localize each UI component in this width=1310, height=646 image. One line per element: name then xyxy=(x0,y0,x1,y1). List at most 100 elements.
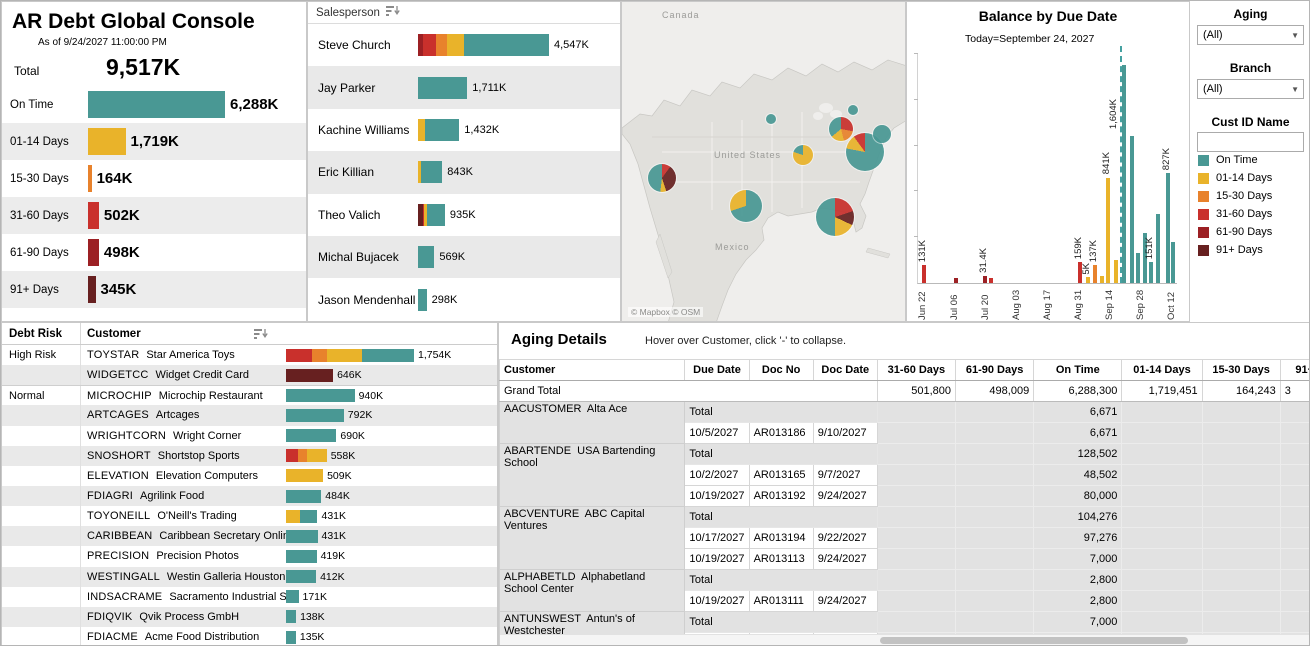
balance-bar[interactable] xyxy=(1100,276,1104,283)
customer-cell[interactable]: ABCVENTURE ABC Capital Ventures xyxy=(500,507,685,570)
empty-amount-cell[interactable] xyxy=(1202,465,1280,486)
bucket-bar[interactable] xyxy=(88,128,126,155)
customer-cell[interactable]: AACUSTOMER Alta Ace xyxy=(500,402,685,444)
customer-total-on-time[interactable]: 104,276 xyxy=(1034,507,1122,528)
map-pie-chart[interactable] xyxy=(648,164,676,192)
due-date-cell[interactable]: 10/2/2027 xyxy=(685,465,749,486)
empty-amount-cell[interactable] xyxy=(877,570,955,591)
empty-amount-cell[interactable] xyxy=(1202,612,1280,633)
grand-total-value[interactable]: 3 xyxy=(1280,381,1310,402)
legend-item[interactable]: 91+ Days xyxy=(1198,241,1272,259)
empty-amount-cell[interactable] xyxy=(956,402,1034,423)
customer-debt-bar[interactable] xyxy=(286,429,336,442)
map-attribution[interactable]: © Mapbox © OSM xyxy=(628,307,703,317)
column-header[interactable]: 15-30 Days xyxy=(1202,360,1280,381)
empty-amount-cell[interactable] xyxy=(1122,591,1202,612)
doc-no-cell[interactable]: AR013186 xyxy=(749,423,813,444)
due-date-cell[interactable]: 10/19/2027 xyxy=(685,549,749,570)
empty-amount-cell[interactable] xyxy=(877,549,955,570)
empty-amount-cell[interactable] xyxy=(956,423,1034,444)
empty-amount-cell[interactable] xyxy=(1202,528,1280,549)
empty-amount-cell[interactable] xyxy=(1202,444,1280,465)
empty-amount-cell[interactable] xyxy=(1202,402,1280,423)
empty-amount-cell[interactable] xyxy=(877,591,955,612)
empty-amount-cell[interactable] xyxy=(956,549,1034,570)
grand-total-value[interactable]: 498,009 xyxy=(956,381,1034,402)
balance-bar[interactable] xyxy=(1122,65,1126,283)
on-time-amount-cell[interactable]: 2,800 xyxy=(1034,591,1122,612)
empty-amount-cell[interactable] xyxy=(1202,423,1280,444)
grand-total-value[interactable]: 501,800 xyxy=(877,381,955,402)
column-header[interactable]: Doc No xyxy=(749,360,813,381)
customer-debt-bar[interactable] xyxy=(286,389,355,402)
empty-amount-cell[interactable] xyxy=(1280,486,1310,507)
column-header[interactable]: 61-90 Days xyxy=(956,360,1034,381)
horizontal-scrollbar-thumb[interactable] xyxy=(880,637,1187,644)
customer-total-on-time[interactable]: 2,800 xyxy=(1034,570,1122,591)
empty-amount-cell[interactable] xyxy=(1280,507,1310,528)
empty-amount-cell[interactable] xyxy=(1280,570,1310,591)
column-header[interactable]: Doc Date xyxy=(813,360,877,381)
customer-total-label[interactable]: Total xyxy=(685,507,877,528)
empty-amount-cell[interactable] xyxy=(877,402,955,423)
customer-debt-bar[interactable] xyxy=(286,409,344,422)
doc-date-cell[interactable]: 9/24/2027 xyxy=(813,591,877,612)
balance-bar[interactable] xyxy=(1156,214,1160,283)
empty-amount-cell[interactable] xyxy=(1202,549,1280,570)
legend-item[interactable]: 15-30 Days xyxy=(1198,187,1272,205)
customer-cell[interactable]: ALPHABETLD Alphabetland School Center xyxy=(500,570,685,612)
map-pie-chart[interactable] xyxy=(730,190,762,222)
map-pie-chart[interactable] xyxy=(793,145,813,165)
empty-amount-cell[interactable] xyxy=(956,570,1034,591)
balance-bar[interactable] xyxy=(1166,173,1170,283)
column-header[interactable]: Customer xyxy=(500,360,685,381)
empty-amount-cell[interactable] xyxy=(956,444,1034,465)
due-date-cell[interactable]: 10/19/2027 xyxy=(685,486,749,507)
customer-name-cell[interactable]: PRECISIONPrecision Photos xyxy=(80,546,286,566)
empty-amount-cell[interactable] xyxy=(877,423,955,444)
debt-risk-column-header[interactable]: Debt Risk xyxy=(2,328,80,340)
balance-bar[interactable] xyxy=(1114,260,1118,283)
customer-name-cell[interactable]: TOYSTARStar America Toys xyxy=(80,345,286,365)
customer-debt-bar[interactable] xyxy=(286,349,414,362)
empty-amount-cell[interactable] xyxy=(1280,444,1310,465)
cust-id-name-input[interactable] xyxy=(1197,132,1304,152)
doc-date-cell[interactable]: 9/10/2027 xyxy=(813,423,877,444)
empty-amount-cell[interactable] xyxy=(1122,423,1202,444)
salesperson-bar[interactable] xyxy=(418,119,459,141)
balance-bar[interactable] xyxy=(983,276,987,283)
salesperson-bar[interactable] xyxy=(418,246,434,268)
empty-amount-cell[interactable] xyxy=(1122,612,1202,633)
customer-debt-bar[interactable] xyxy=(286,369,333,382)
salesperson-header-label[interactable]: Salesperson xyxy=(316,7,380,19)
customer-name-cell[interactable]: WIDGETCCWidget Credit Card xyxy=(80,365,286,385)
balance-bar[interactable] xyxy=(1086,277,1090,283)
bucket-bar[interactable] xyxy=(88,202,99,229)
salesperson-bar[interactable] xyxy=(418,34,549,56)
column-header[interactable]: 91+ Days xyxy=(1280,360,1310,381)
map-pie-chart[interactable] xyxy=(766,114,776,124)
bucket-bar[interactable] xyxy=(88,91,225,118)
on-time-amount-cell[interactable]: 80,000 xyxy=(1034,486,1122,507)
grand-total-value[interactable]: 1,719,451 xyxy=(1122,381,1202,402)
customer-column-header[interactable]: Customer xyxy=(80,323,141,344)
customer-total-label[interactable]: Total xyxy=(685,402,877,423)
aging-filter-dropdown[interactable]: (All) ▼ xyxy=(1197,25,1304,45)
grand-total-value[interactable]: 164,243 xyxy=(1202,381,1280,402)
bucket-bar[interactable] xyxy=(88,165,92,192)
doc-date-cell[interactable]: 9/24/2027 xyxy=(813,486,877,507)
doc-no-cell[interactable]: AR013192 xyxy=(749,486,813,507)
on-time-amount-cell[interactable]: 97,276 xyxy=(1034,528,1122,549)
legend-item[interactable]: 31-60 Days xyxy=(1198,205,1272,223)
customer-debt-bar[interactable] xyxy=(286,550,317,563)
empty-amount-cell[interactable] xyxy=(956,486,1034,507)
doc-date-cell[interactable]: 9/24/2027 xyxy=(813,549,877,570)
map-pie-chart[interactable] xyxy=(816,198,854,236)
sort-icon[interactable] xyxy=(254,328,268,343)
empty-amount-cell[interactable] xyxy=(1122,507,1202,528)
legend-item[interactable]: 61-90 Days xyxy=(1198,223,1272,241)
salesperson-bar[interactable] xyxy=(418,289,427,311)
branch-filter-dropdown[interactable]: (All) ▼ xyxy=(1197,79,1304,99)
empty-amount-cell[interactable] xyxy=(1280,528,1310,549)
empty-amount-cell[interactable] xyxy=(1202,486,1280,507)
